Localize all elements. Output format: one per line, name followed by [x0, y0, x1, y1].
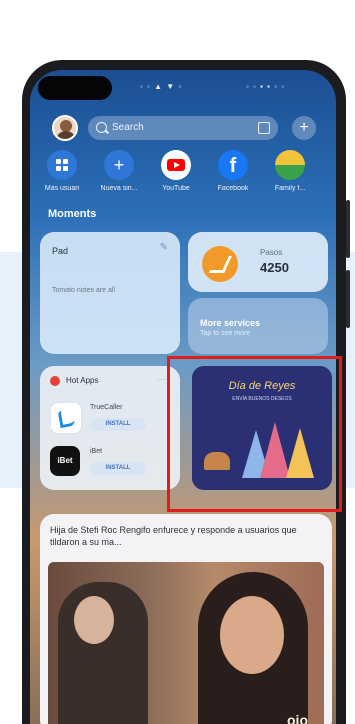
grid-icon: [47, 150, 77, 180]
app-youtube[interactable]: YouTube: [150, 150, 202, 192]
status-bar-right: ◦ ◦ ▪ ▪ ◦ ◦: [246, 82, 286, 91]
app-label: YouTube: [162, 185, 190, 192]
notes-widget[interactable]: Pad ✎ Tomato notes are all: [40, 232, 180, 354]
ibet-icon[interactable]: iBet: [50, 446, 80, 476]
app-label: Facebook: [217, 185, 249, 192]
power-button: [346, 200, 350, 258]
status-bar-left: ◦ ◦ ▲ ▼ ◦: [140, 82, 183, 91]
steps-label: Pasos: [260, 248, 283, 257]
news-headline: Hija de Stefi Roc Rengifo enfurece y res…: [50, 525, 297, 547]
camera-cutout: [38, 76, 112, 100]
plus-icon: +: [104, 150, 134, 180]
install-button[interactable]: INSTALL: [90, 462, 146, 475]
more-services-widget[interactable]: More services Tap to see more: [188, 298, 328, 354]
running-icon: [202, 246, 238, 282]
avatar[interactable]: [52, 115, 78, 141]
news-card[interactable]: Hija de Stefi Roc Rengifo enfurece y res…: [40, 514, 332, 724]
app-facebook[interactable]: f Facebook: [207, 150, 259, 192]
app-name: TrueCaller: [90, 404, 123, 411]
scan-icon[interactable]: [258, 122, 270, 134]
app-mas-usuarios[interactable]: Más usuari: [36, 150, 88, 192]
app-label: Nueva sin...: [100, 185, 138, 192]
hot-apps-widget[interactable]: Hot Apps ··· TrueCaller INSTALL iBet iBe…: [40, 366, 180, 490]
pen-icon[interactable]: ✎: [160, 242, 168, 253]
news-image[interactable]: ojo: [48, 562, 324, 724]
more-options-icon[interactable]: ···: [157, 374, 166, 384]
more-services-subtitle: Tap to see more: [200, 330, 251, 337]
add-button[interactable]: +: [292, 116, 316, 140]
app-label: Family f...: [274, 185, 306, 192]
app-label: Más usuari: [44, 185, 80, 192]
phone-icon[interactable]: [50, 402, 82, 434]
more-services-title: More services: [200, 318, 261, 328]
app-name: iBet: [90, 448, 103, 455]
notes-body: Tomato notes are all: [52, 287, 116, 294]
family-icon: [275, 150, 305, 180]
notes-title: Pad: [52, 246, 69, 256]
health-widget[interactable]: Pasos 4250: [188, 232, 328, 292]
moments-title: Moments: [48, 208, 97, 220]
hot-apps-title: Hot Apps: [66, 376, 99, 385]
steps-value: 4250: [260, 260, 289, 275]
volume-button: [346, 270, 350, 328]
app-nueva[interactable]: + Nueva sin...: [93, 150, 145, 192]
app-family[interactable]: Family f...: [264, 150, 316, 192]
youtube-icon: [161, 150, 191, 180]
search-icon: [96, 122, 107, 133]
install-button[interactable]: INSTALL: [90, 418, 146, 431]
facebook-icon: f: [218, 150, 248, 180]
news-watermark: ojo: [287, 712, 308, 724]
highlight-box: [167, 356, 342, 512]
hot-apps-icon: [50, 376, 60, 386]
search-bar[interactable]: Search: [88, 116, 278, 140]
search-placeholder: Search: [112, 122, 144, 133]
